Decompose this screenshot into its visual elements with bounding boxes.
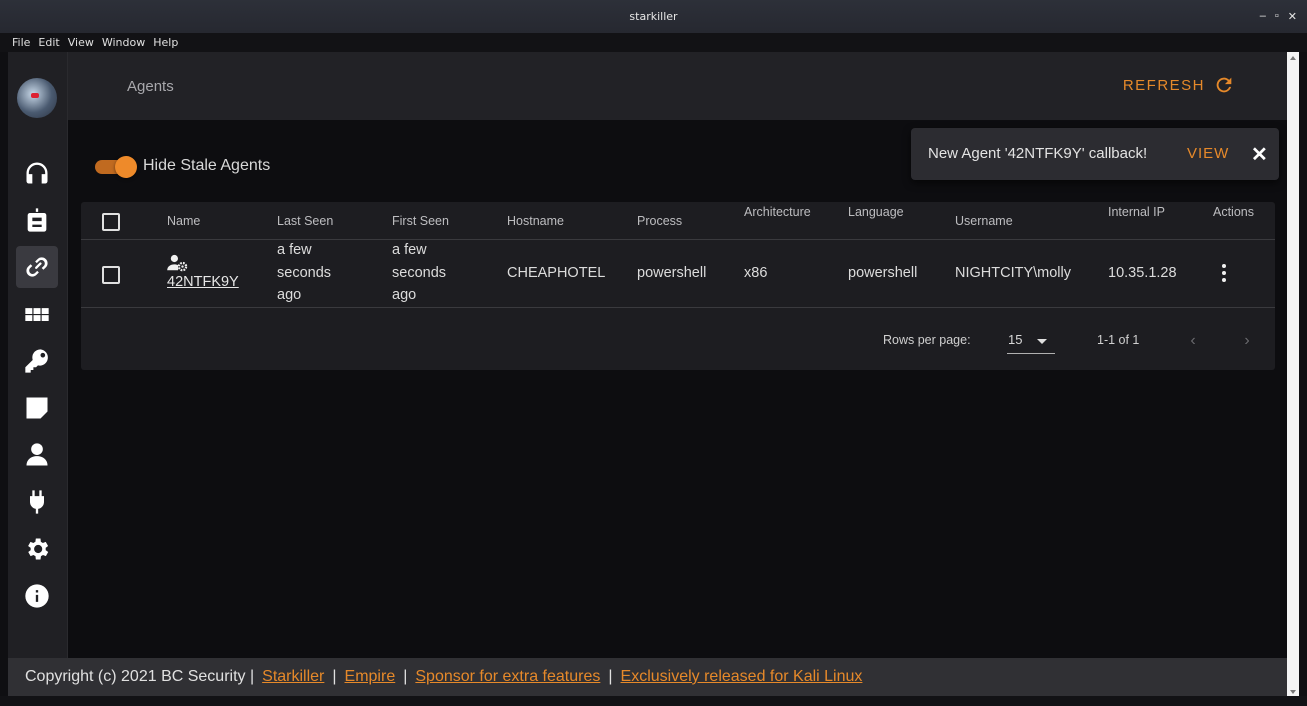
window-title: starkiller: [629, 10, 678, 23]
next-page-button[interactable]: ›: [1237, 332, 1257, 352]
new-agent-notification: New Agent '42NTFK9Y' callback! VIEW ✕: [911, 128, 1279, 180]
rows-per-page-label: Rows per page:: [883, 333, 971, 347]
footer-link-sponsor[interactable]: Sponsor for extra features: [415, 668, 600, 686]
sidebar-item-credentials[interactable]: [16, 340, 58, 382]
column-header-internal-ip[interactable]: Internal IP: [1108, 205, 1165, 219]
cell-internal-ip: 10.35.1.28: [1108, 265, 1177, 281]
agents-table: Name Last Seen First Seen Hostname Proce…: [81, 202, 1275, 370]
cell-last-seen: a few seconds ago: [277, 242, 332, 303]
top-app-bar: Agents REFRESH: [68, 52, 1287, 120]
previous-page-button[interactable]: ‹: [1183, 332, 1203, 352]
user-icon: [26, 443, 48, 466]
column-header-hostname[interactable]: Hostname: [507, 214, 564, 228]
cell-hostname: CHEAPHOTEL: [507, 265, 606, 281]
column-header-actions: Actions: [1213, 205, 1254, 219]
notification-message: New Agent '42NTFK9Y' callback!: [928, 145, 1148, 162]
copyright-text: Copyright (c) 2021 BC Security |: [25, 668, 255, 685]
header-divider: [81, 239, 1275, 240]
column-header-language[interactable]: Language: [848, 205, 904, 219]
pagination-range: 1-1 of 1: [1097, 333, 1140, 347]
title-bar: starkiller – ▫ ✕: [0, 0, 1307, 33]
column-header-last-seen[interactable]: Last Seen: [277, 214, 333, 228]
refresh-icon: [1216, 77, 1232, 93]
menu-bar: File Edit View Window Help: [0, 33, 1307, 52]
column-header-process[interactable]: Process: [637, 214, 682, 228]
close-window-button[interactable]: ✕: [1288, 10, 1297, 23]
cell-process: powershell: [637, 265, 707, 281]
chevron-down-icon: [1037, 339, 1047, 344]
row-divider: [81, 307, 1275, 308]
cell-first-seen: a few seconds ago: [392, 242, 447, 303]
footer-link-kali[interactable]: Exclusively released for Kali Linux: [621, 668, 863, 686]
row-actions-menu-icon[interactable]: [1221, 264, 1227, 284]
sidebar-item-settings[interactable]: [16, 528, 58, 570]
menu-file[interactable]: File: [12, 36, 30, 49]
refresh-label: REFRESH: [1122, 76, 1205, 94]
footer-separator: |: [403, 668, 408, 685]
refresh-button[interactable]: REFRESH: [1123, 74, 1235, 96]
vertical-scrollbar[interactable]: [1287, 52, 1299, 698]
footer-separator: |: [332, 668, 337, 685]
column-header-name[interactable]: Name: [167, 214, 200, 228]
user-gear-icon: [167, 254, 188, 272]
app-logo-avatar[interactable]: [17, 78, 57, 118]
hide-stale-agents-label: Hide Stale Agents: [143, 157, 271, 174]
app-window: starkiller – ▫ ✕ File Edit View Window H…: [0, 0, 1307, 706]
key-icon: [25, 349, 48, 373]
menu-edit[interactable]: Edit: [38, 36, 59, 49]
link-icon: [26, 257, 48, 277]
sidebar-item-about[interactable]: [16, 575, 58, 617]
sidebar-item-agents[interactable]: [16, 246, 58, 288]
headphones-icon: [26, 162, 48, 184]
sidebar-item-modules[interactable]: [16, 293, 58, 335]
footer-separator: |: [608, 668, 613, 685]
footer-link-empire[interactable]: Empire: [345, 668, 396, 686]
robot-icon: [27, 208, 47, 232]
cell-language: powershell: [848, 265, 918, 281]
footer: Copyright (c) 2021 BC Security | Starkil…: [8, 658, 1287, 696]
agents-page: Hide Stale Agents New Agent '42NTFK9Y' c…: [68, 120, 1287, 658]
column-header-first-seen[interactable]: First Seen: [392, 214, 449, 228]
notification-close-icon[interactable]: ✕: [1251, 142, 1268, 167]
rows-per-page-value: 15: [1008, 332, 1023, 347]
hide-stale-agents-toggle[interactable]: [95, 156, 137, 178]
page-title: Agents: [127, 78, 174, 95]
footer-link-starkiller[interactable]: Starkiller: [262, 668, 324, 686]
cell-architecture: x86: [744, 265, 768, 281]
grid-icon: [25, 308, 49, 321]
minimize-button[interactable]: –: [1260, 10, 1266, 23]
maximize-button[interactable]: ▫: [1275, 10, 1279, 23]
row-select-checkbox[interactable]: [102, 266, 120, 284]
gear-icon: [28, 538, 49, 560]
sidebar-item-users[interactable]: [16, 434, 58, 476]
sidebar: [8, 52, 68, 658]
select-all-checkbox[interactable]: [102, 213, 120, 231]
menu-help[interactable]: Help: [153, 36, 178, 49]
sidebar-item-plugins[interactable]: [16, 481, 58, 523]
agent-name-link[interactable]: 42NTFK9Y: [167, 274, 239, 290]
scroll-down-icon[interactable]: [1290, 690, 1296, 694]
menu-view[interactable]: View: [68, 36, 94, 49]
menu-window[interactable]: Window: [102, 36, 145, 49]
info-icon: [25, 584, 49, 608]
scroll-up-icon[interactable]: [1290, 56, 1296, 60]
sidebar-item-listeners[interactable]: [16, 152, 58, 194]
cell-username: NIGHTCITY\molly: [955, 265, 1071, 281]
rows-per-page-select[interactable]: 15: [1007, 330, 1055, 354]
notification-view-button[interactable]: VIEW: [1187, 145, 1229, 162]
column-header-username[interactable]: Username: [955, 214, 1013, 228]
window-controls: – ▫ ✕: [1260, 10, 1297, 23]
sidebar-item-reporting[interactable]: [16, 387, 58, 429]
sidebar-item-stagers[interactable]: [16, 199, 58, 241]
column-header-architecture[interactable]: Architecture: [744, 205, 811, 219]
sticky-note-icon: [26, 397, 48, 419]
plug-icon: [30, 490, 44, 514]
bottom-edge: [0, 696, 1307, 706]
